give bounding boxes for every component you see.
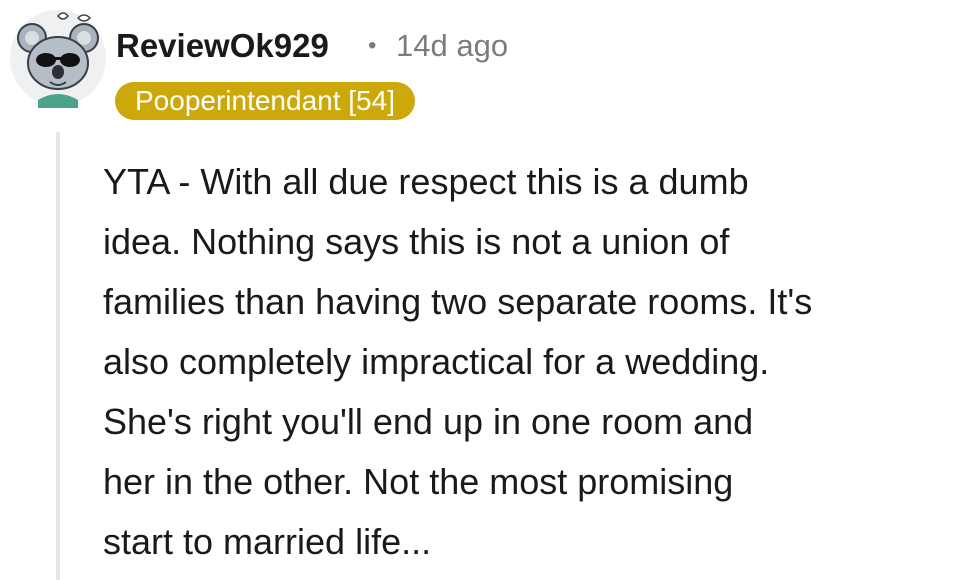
user-flair-badge: Pooperintendant [54] (115, 82, 415, 120)
koala-avatar-icon (10, 10, 106, 108)
username-link[interactable]: ReviewOk929 (116, 26, 329, 66)
avatar[interactable] (8, 8, 108, 108)
comment: ReviewOk929 • 14d ago Pooperintendant [5… (0, 0, 959, 580)
timestamp-link[interactable]: 14d ago (396, 26, 508, 66)
comment-body: YTA - With all due respect this is a dum… (103, 161, 813, 562)
thread-collapse-line[interactable] (56, 132, 60, 580)
meta-separator: • (368, 32, 377, 59)
